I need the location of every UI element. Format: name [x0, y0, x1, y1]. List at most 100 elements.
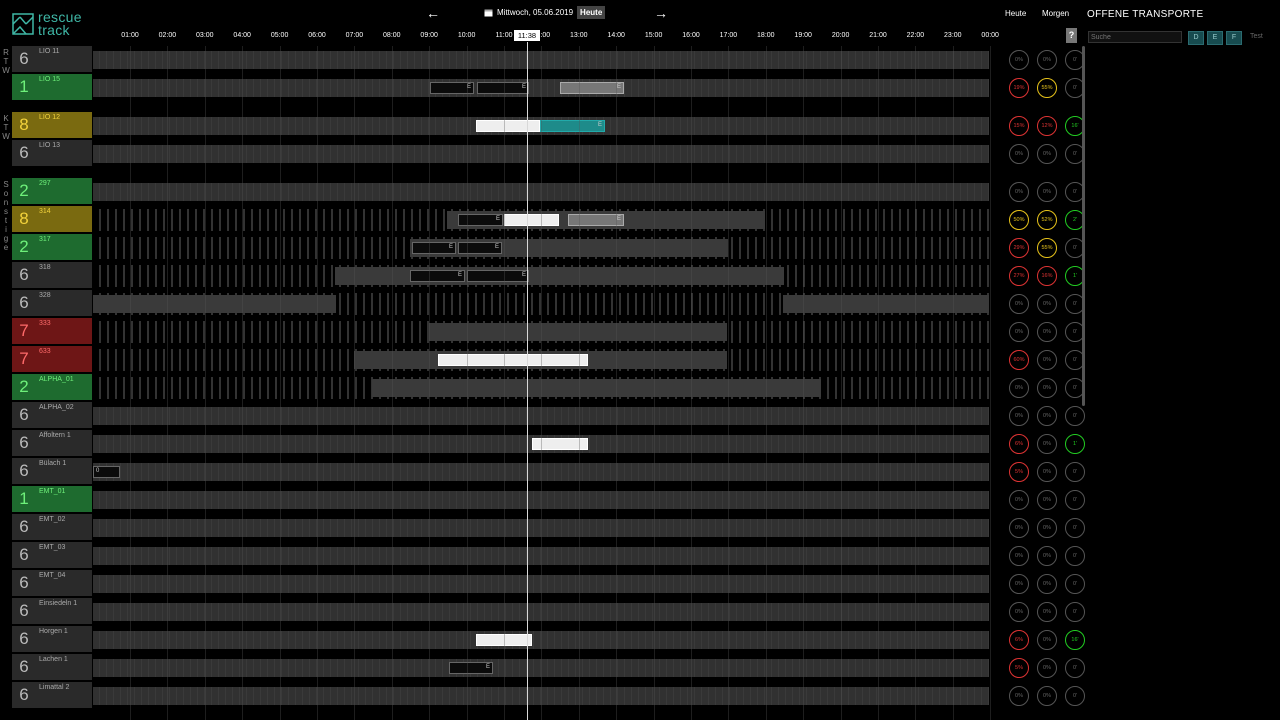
- transport-job[interactable]: [438, 354, 588, 366]
- hour-label: 03:00: [196, 32, 214, 39]
- vehicle-name: EMT_03: [36, 542, 92, 568]
- help-button[interactable]: ?: [1066, 28, 1077, 43]
- date-selector[interactable]: Mittwoch, 05.06.2019 Heute: [484, 6, 606, 19]
- hour-label: 10:00: [457, 32, 476, 39]
- utilization-ring: 16': [1065, 630, 1085, 650]
- hour-gridline: [803, 46, 805, 720]
- vehicle-timeline-grid: R T W K T W So n s t i g e 6 LIO 11 0% 0% 0' 1 LIO 15 E E E 19%…: [0, 46, 1085, 720]
- job-marker: E: [616, 216, 621, 222]
- transport-job[interactable]: E: [458, 214, 503, 226]
- utilization-ring: 0%: [1009, 574, 1029, 594]
- next-day-arrow-icon[interactable]: →: [654, 5, 668, 21]
- filter-d-button[interactable]: D: [1188, 31, 1204, 45]
- vehicle-status-number: 7: [12, 318, 36, 344]
- utilization-rings: 0% 0% 0': [997, 374, 1092, 402]
- hour-label: 04:00: [233, 32, 251, 39]
- transport-job[interactable]: E: [410, 270, 465, 282]
- utilization-rings: 0% 0% 0': [997, 486, 1092, 514]
- utilization-ring: 0%: [1037, 50, 1057, 70]
- utilization-ring: 60%: [1009, 350, 1029, 370]
- utilization-ring: 0': [1065, 518, 1085, 538]
- vehicle-name: LIO 12: [36, 112, 92, 138]
- hour-gridline: [429, 46, 431, 720]
- vehicle-status-number: 6: [12, 402, 36, 428]
- utilization-rings: 0% 0% 0': [997, 542, 1092, 570]
- utilization-ring: 55%: [1037, 238, 1057, 258]
- utilization-rings: 0% 0% 0': [997, 598, 1092, 626]
- utilization-rings: 0% 0% 0': [997, 46, 1092, 74]
- vehicle-status-number: 8: [12, 206, 36, 232]
- hour-label: 16:00: [682, 32, 700, 39]
- vehicle-name: LIO 15: [36, 74, 92, 100]
- vehicle-status-number: 6: [12, 514, 36, 540]
- search-input[interactable]: [1088, 31, 1182, 43]
- transport-job[interactable]: E: [449, 662, 493, 674]
- vehicle-status-number: 6: [12, 570, 36, 596]
- current-time-line: [527, 42, 528, 720]
- current-date: Mittwoch, 05.06.2019: [497, 8, 574, 17]
- hour-label: 08:00: [383, 32, 401, 39]
- utilization-ring: 0': [1065, 406, 1085, 426]
- utilization-ring: 0%: [1009, 322, 1029, 342]
- vehicle-status-number: 6: [12, 46, 36, 72]
- vehicle-name: 633: [36, 346, 92, 372]
- hour-label: 13:00: [570, 32, 588, 39]
- utilization-ring: 27%: [1009, 266, 1029, 286]
- vehicle-name: 328: [36, 290, 92, 316]
- hour-label: 07:00: [345, 32, 364, 39]
- utilization-ring: 0%: [1037, 602, 1057, 622]
- today-button[interactable]: Heute: [577, 6, 606, 19]
- utilization-rings: 29% 55% 0': [997, 234, 1092, 262]
- hour-gridline: [204, 46, 206, 720]
- utilization-ring: 0%: [1009, 378, 1029, 398]
- transport-job[interactable]: [504, 214, 559, 226]
- hour-gridline: [653, 46, 655, 720]
- utilization-ring: 0%: [1009, 686, 1029, 706]
- hour-label: 01:00: [121, 32, 139, 39]
- hour-gridline: [878, 46, 879, 720]
- transport-job[interactable]: E: [458, 242, 502, 254]
- quick-today-link[interactable]: Heute: [1005, 9, 1026, 18]
- transport-job[interactable]: [476, 120, 540, 132]
- utilization-ring: 6%: [1009, 434, 1029, 454]
- transport-job[interactable]: E: [467, 270, 529, 282]
- transport-job[interactable]: E: [560, 82, 624, 94]
- test-label[interactable]: Test: [1250, 33, 1263, 40]
- vehicle-status-number: 6: [12, 262, 36, 288]
- vehicle-name: EMT_01: [36, 486, 92, 512]
- hour-gridline: [354, 46, 356, 720]
- utilization-ring: 0': [1065, 546, 1085, 566]
- grid-scrollbar[interactable]: [1082, 46, 1085, 406]
- vehicle-name: 318: [36, 262, 92, 288]
- job-marker: E: [495, 216, 500, 222]
- job-marker: E: [597, 122, 602, 128]
- utilization-ring: 0%: [1037, 462, 1057, 482]
- transport-job[interactable]: E: [477, 82, 529, 94]
- utilization-rings: 0% 0% 0': [997, 402, 1092, 430]
- hour-label: 17:00: [719, 32, 738, 39]
- transport-job[interactable]: 0: [93, 466, 120, 478]
- hour-gridline: [130, 46, 131, 720]
- job-marker: E: [448, 244, 453, 250]
- transport-job[interactable]: E: [412, 242, 456, 254]
- utilization-ring: 0%: [1009, 406, 1029, 426]
- vehicle-name: LIO 11: [36, 46, 92, 72]
- quick-tomorrow-link[interactable]: Morgen: [1042, 9, 1069, 18]
- hour-label: 21:00: [869, 32, 887, 39]
- utilization-rings: 5% 0% 0': [997, 654, 1092, 682]
- hour-gridline: [466, 46, 468, 720]
- hour-gridline: [504, 46, 505, 720]
- calendar-icon: [484, 9, 493, 17]
- panel-title: OFFENE TRANSPORTE: [1087, 9, 1204, 20]
- logo-icon: [12, 13, 34, 35]
- filter-f-button[interactable]: F: [1226, 31, 1242, 45]
- vehicle-name: Limattal 2: [36, 682, 92, 708]
- transport-job[interactable]: E: [540, 120, 605, 132]
- utilization-rings: 27% 16% 1': [997, 262, 1092, 290]
- hour-gridline: [578, 46, 580, 720]
- prev-day-arrow-icon[interactable]: ←: [426, 5, 440, 21]
- filter-e-button[interactable]: E: [1207, 31, 1223, 45]
- vehicle-name: Einsiedeln 1: [36, 598, 92, 624]
- utilization-ring: 0': [1065, 686, 1085, 706]
- utilization-rings: 19% 55% 0': [997, 74, 1092, 102]
